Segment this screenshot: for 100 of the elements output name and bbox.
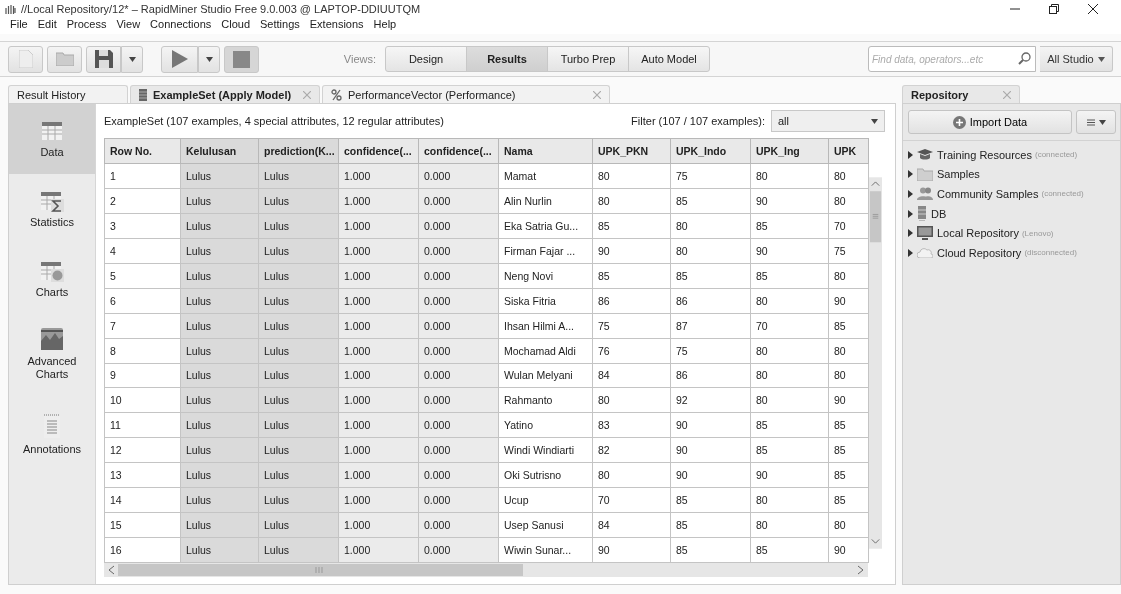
repository-tab[interactable]: Repository [902,85,1020,103]
column-header[interactable]: Row No. [104,138,181,164]
expand-arrow-icon[interactable] [908,170,913,179]
graduation-cap-icon [917,148,933,161]
table-cell: Lulus [180,163,259,189]
column-header[interactable]: UPK [828,138,869,164]
view-mode-label: Annotations [21,442,83,456]
menu-item[interactable]: Help [368,18,402,34]
view-mode-label: Statistics [29,215,75,229]
column-header[interactable]: Kelulusan [180,138,259,164]
restore-icon[interactable] [1048,3,1060,15]
view-button[interactable]: Design [385,46,467,72]
table-cell: 11 [104,412,181,438]
table-cell: 75 [670,338,751,363]
table-cell: 85 [670,537,751,563]
stop-button[interactable] [224,45,259,73]
view-mode-item[interactable]: Advanced Charts [9,314,95,394]
table-cell: 90 [670,412,751,438]
menu-item[interactable]: Cloud [216,18,255,34]
menu-button[interactable] [1076,110,1116,134]
table-cell: 80 [592,387,671,413]
menu-item[interactable]: Extensions [304,18,369,34]
table-cell: Lulus [180,263,259,289]
table-cell: 84 [592,512,671,538]
table-cell: 0.000 [418,387,499,413]
search-icon[interactable] [1018,52,1031,65]
table-cell: Lulus [258,387,339,413]
table-cell: 85 [670,188,751,214]
tree-item[interactable]: Community Samples (connected) [908,184,1120,204]
view-mode-item[interactable]: Charts [9,244,95,314]
column-header[interactable]: confidence(... [418,138,499,164]
tree-item[interactable]: Training Resources (connected) [908,145,1120,165]
table-cell: 1.000 [338,163,419,189]
result-tab[interactable]: ExampleSet (Apply Model) [130,85,320,103]
column-header[interactable]: prediction(K... [258,138,339,164]
column-header[interactable]: UPK_Ing [750,138,829,164]
table-cell: 0.000 [418,188,499,214]
view-button[interactable]: Auto Model [628,46,710,72]
result-tab[interactable]: Result History [8,85,128,103]
column-header[interactable]: UPK_Indo [670,138,751,164]
tree-item[interactable]: Local Repository (Lenovo) [908,223,1120,243]
table-cell: Lulus [258,363,339,388]
view-mode-item[interactable]: Statistics [9,174,95,244]
result-tab[interactable]: PerformanceVector (Performance) [322,85,610,103]
expand-arrow-icon[interactable] [908,209,913,218]
expand-arrow-icon[interactable] [908,229,913,238]
view-button[interactable]: Turbo Prep [547,46,629,72]
caret-icon [1097,56,1105,62]
save-dropdown-button[interactable] [121,45,143,73]
menu-item[interactable]: Edit [32,18,62,34]
tree-item[interactable]: Cloud Repository (disconnected) [908,242,1120,263]
table-cell: 85 [750,437,829,463]
close-icon[interactable] [1087,3,1099,15]
tree-item[interactable]: Samples [908,164,1120,185]
column-header[interactable]: Nama [498,138,593,164]
table-cell: Mochamad Aldi [498,338,593,363]
table-cell: 85 [750,213,829,239]
view-mode-item[interactable]: Data [9,104,95,174]
filter-dropdown[interactable]: all [771,110,885,132]
table-cell: 90 [750,462,829,488]
table-cell: 85 [750,412,829,438]
table-cell: 80 [592,163,671,189]
column-header[interactable]: UPK_PKN [592,138,671,164]
server-icon [917,206,927,222]
repository-status: (connected) [1041,189,1084,199]
table-cell: Lulus [258,188,339,214]
expand-arrow-icon[interactable] [908,248,913,257]
caret-icon [128,56,136,62]
repository-status: (disconnected) [1024,248,1077,258]
save-button[interactable] [86,45,121,73]
view-button[interactable]: Results [466,46,548,72]
table-cell: Lulus [180,213,259,239]
column-header[interactable]: confidence(... [338,138,419,164]
table-cell: Lulus [258,238,339,264]
table-cell: 1.000 [338,462,419,488]
summary-text: ExampleSet (107 examples, 4 special attributes, 12 regular attributes) [104,115,445,127]
table-cell: Lulus [258,487,339,513]
menu-item[interactable]: Process [61,18,112,34]
menu-item[interactable]: Settings [255,18,305,34]
scope-dropdown[interactable]: All Studio [1040,46,1113,72]
table-cell: 6 [104,288,181,314]
table-cell: Lulus [180,412,259,438]
menu-item[interactable]: File [5,18,33,34]
expand-arrow-icon[interactable] [908,150,913,159]
table-cell: Lulus [180,188,259,214]
run-dropdown-button[interactable] [198,45,220,73]
filter-label: Filter (107 / 107 examples): [631,115,765,127]
table-cell: Eka Satria Gu... [498,213,593,239]
expand-arrow-icon[interactable] [908,190,913,198]
menu-item[interactable]: Connections [145,18,217,34]
view-mode-item[interactable]: Annotations [9,394,95,474]
run-button[interactable] [161,45,198,73]
table-cell: Firman Fajar ... [498,238,593,264]
tree-item[interactable]: DB [908,203,1120,224]
import-data-button[interactable]: Import Data [908,110,1072,134]
search-field[interactable]: Find data, operators...etc [868,46,1036,72]
menu-item[interactable]: View [111,18,146,34]
table-cell: 80 [750,387,829,413]
table-cell: 3 [104,213,181,239]
document-icon [139,88,147,101]
